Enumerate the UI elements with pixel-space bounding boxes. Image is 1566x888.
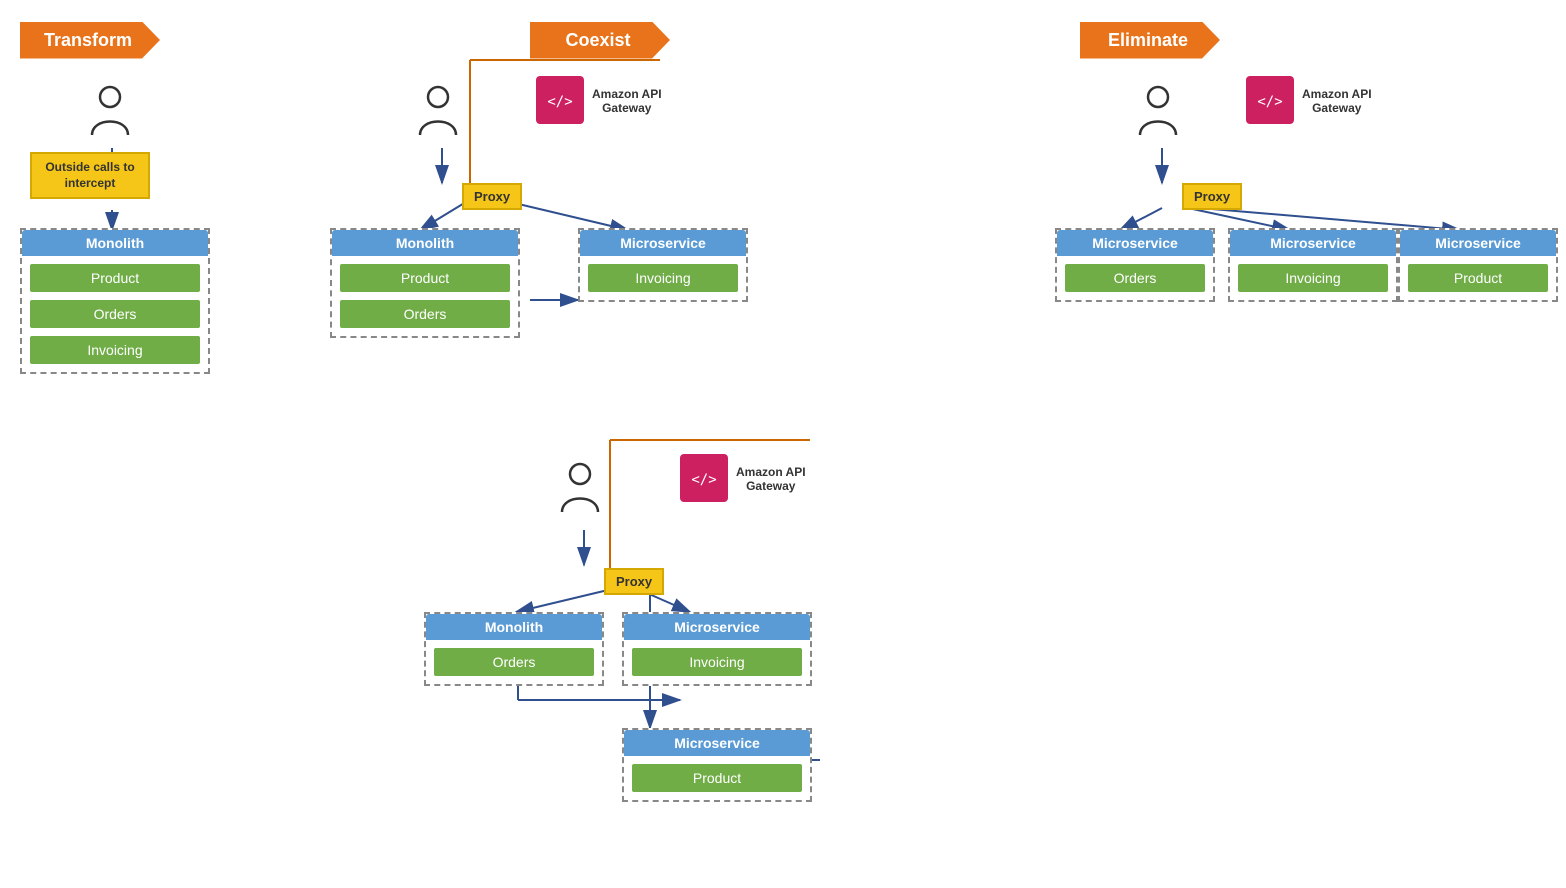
eliminate-label: Eliminate [1080,22,1220,59]
diagram-container: Transform Outside calls to intercept Mon… [0,0,1566,888]
coexist-bottom-monolith-box: Monolith Orders [424,612,604,686]
outside-calls-box: Outside calls to intercept [30,152,150,199]
coexist-banner: Coexist [530,18,670,62]
coexist-bottom-api-gateway: </> Amazon APIGateway [680,454,806,502]
outside-calls-label: Outside calls to intercept [45,160,134,190]
svg-text:</>: </> [691,472,716,488]
eliminate-invoicing-box: Microservice Invoicing [1228,228,1398,302]
coexist-bottom-api-icon: </> [680,454,728,502]
coexist-top-orders-item: Orders [340,300,510,328]
eliminate-banner: Eliminate [1080,18,1220,62]
coexist-bottom-api-label: Amazon APIGateway [736,465,806,494]
coexist-top-microservice-header: Microservice [580,230,746,256]
eliminate-orders-box: Microservice Orders [1055,228,1215,302]
transform-person-icon [88,85,132,139]
coexist-top-api-label: Amazon APIGateway [592,87,662,116]
transform-monolith-box: Monolith Product Orders Invoicing [20,228,210,374]
coexist-top-invoicing-item: Invoicing [588,264,738,292]
coexist-bottom-product-item: Product [632,764,802,792]
svg-text:</>: </> [1257,94,1282,110]
eliminate-invoicing-header: Microservice [1230,230,1396,256]
coexist-bottom-microservice1-header: Microservice [624,614,810,640]
coexist-top-monolith-box: Monolith Product Orders [330,228,520,338]
eliminate-api-gateway: </> Amazon APIGateway [1246,76,1372,124]
eliminate-orders-item: Orders [1065,264,1205,292]
eliminate-person-icon [1136,85,1180,139]
coexist-label: Coexist [530,22,670,59]
transform-label: Transform [20,22,160,59]
coexist-bottom-orders-item: Orders [434,648,594,676]
coexist-top-product-item: Product [340,264,510,292]
eliminate-product-box: Microservice Product [1398,228,1558,302]
coexist-top-microservice-box: Microservice Invoicing [578,228,748,302]
coexist-top-api-gateway: </> Amazon APIGateway [536,76,662,124]
coexist-bottom-microservice2-header: Microservice [624,730,810,756]
transform-orders-item: Orders [30,300,200,328]
coexist-top-person-icon [416,85,460,139]
transform-invoicing-item: Invoicing [30,336,200,364]
coexist-bottom-monolith-header: Monolith [426,614,602,640]
eliminate-orders-header: Microservice [1057,230,1213,256]
transform-monolith-header: Monolith [22,230,208,256]
coexist-bottom-person-icon [558,462,602,516]
coexist-bottom-invoicing-item: Invoicing [632,648,802,676]
coexist-top-monolith-header: Monolith [332,230,518,256]
eliminate-api-icon: </> [1246,76,1294,124]
coexist-bottom-microservice2-box: Microservice Product [622,728,812,802]
svg-text:</>: </> [547,94,572,110]
eliminate-api-label: Amazon APIGateway [1302,87,1372,116]
transform-product-item: Product [30,264,200,292]
transform-banner: Transform [20,18,160,62]
coexist-bottom-proxy: Proxy [604,568,664,595]
eliminate-product-header: Microservice [1400,230,1556,256]
coexist-bottom-microservice1-box: Microservice Invoicing [622,612,812,686]
eliminate-invoicing-item: Invoicing [1238,264,1388,292]
coexist-top-proxy: Proxy [462,183,522,210]
eliminate-proxy: Proxy [1182,183,1242,210]
eliminate-product-item: Product [1408,264,1548,292]
coexist-top-api-icon: </> [536,76,584,124]
